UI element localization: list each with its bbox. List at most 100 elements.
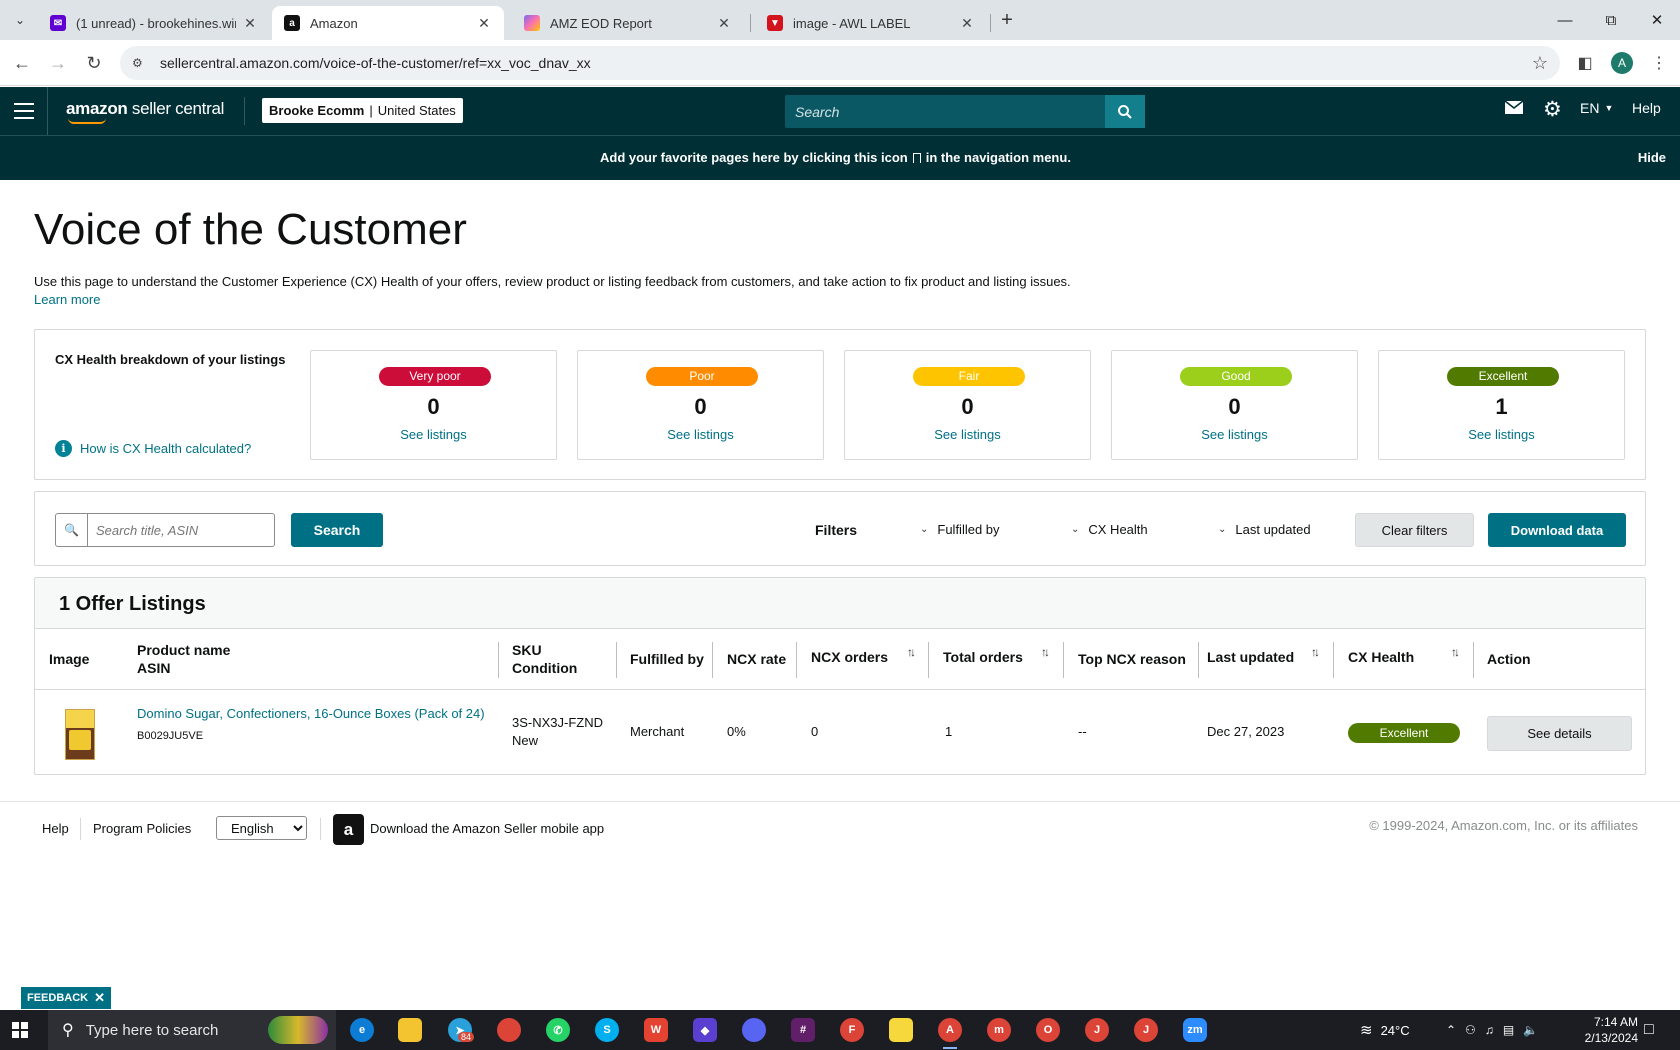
learn-more-link[interactable]: Learn more bbox=[34, 292, 100, 307]
file-explorer-icon[interactable] bbox=[398, 1018, 422, 1042]
tab-title: (1 unread) - brookehines.winsor bbox=[76, 15, 236, 31]
cx-count: 0 bbox=[427, 394, 440, 419]
browser-tab-awl-label[interactable]: ▼ image - AWL LABEL ✕ bbox=[755, 6, 987, 40]
active-app-indicator bbox=[943, 1047, 957, 1049]
chrome-icon[interactable] bbox=[497, 1018, 521, 1042]
product-ncx-orders: 0 bbox=[811, 724, 819, 739]
browser-tab-amazon[interactable]: a Amazon ✕ bbox=[272, 6, 504, 40]
site-info-icon[interactable]: ⚙ bbox=[132, 56, 148, 70]
last-updated-filter[interactable]: ⌄ Last updated bbox=[1218, 522, 1311, 537]
close-window-icon[interactable]: ✕ bbox=[1634, 0, 1680, 40]
feedback-tab[interactable]: FEEDBACK ✕ bbox=[21, 987, 111, 1009]
fulfilled-by-filter[interactable]: ⌄ Fulfilled by bbox=[920, 522, 1000, 537]
seller-central-header: amazon seller central Brooke Ecomm | Uni… bbox=[0, 87, 1680, 135]
browser-menu-icon[interactable]: ⋮ bbox=[1648, 52, 1670, 74]
column-header-last-updated[interactable]: Last updated bbox=[1207, 648, 1294, 666]
zoom-icon[interactable]: zm bbox=[1183, 1018, 1207, 1042]
amazon-seller-app-icon[interactable]: a bbox=[333, 814, 364, 845]
filter-label: CX Health bbox=[1088, 522, 1148, 537]
chrome-profile-j-icon[interactable]: J bbox=[1085, 1018, 1109, 1042]
program-policies-link[interactable]: Program Policies bbox=[93, 821, 191, 836]
settings-gear-icon[interactable]: ⚙ bbox=[1543, 97, 1562, 122]
chrome-profile-a-icon[interactable]: A bbox=[938, 1018, 962, 1042]
browser-tab-yahoo-mail[interactable]: ✉ (1 unread) - brookehines.winsor ✕ bbox=[38, 6, 270, 40]
forward-arrow-icon[interactable]: → bbox=[46, 51, 70, 75]
profile-avatar[interactable]: A bbox=[1611, 52, 1633, 74]
bookmark-star-icon[interactable]: ☆ bbox=[1532, 53, 1548, 74]
cx-health-filter[interactable]: ⌄ CX Health bbox=[1071, 522, 1148, 537]
column-header-cx-health[interactable]: CX Health bbox=[1348, 648, 1414, 666]
mail-icon[interactable] bbox=[1504, 100, 1524, 115]
system-tray-icons[interactable]: ⌃⚇♫▤🔈 bbox=[1446, 1010, 1547, 1050]
app-icon[interactable]: ◆ bbox=[693, 1018, 717, 1042]
header-search-button[interactable] bbox=[1105, 95, 1145, 128]
browser-tab-amz-eod[interactable]: AMZ EOD Report ✕ bbox=[512, 6, 744, 40]
header-help-link[interactable]: Help bbox=[1632, 100, 1661, 116]
language-selector[interactable]: EN ▼ bbox=[1580, 100, 1613, 116]
hamburger-menu-icon[interactable] bbox=[14, 101, 34, 121]
see-details-button[interactable]: See details bbox=[1487, 716, 1632, 751]
amazon-seller-central-logo[interactable]: amazon seller central bbox=[66, 99, 224, 124]
chrome-profile-o-icon[interactable]: O bbox=[1036, 1018, 1060, 1042]
see-listings-link[interactable]: See listings bbox=[1379, 427, 1624, 442]
chrome-profile-m-icon[interactable]: m bbox=[987, 1018, 1011, 1042]
reload-icon[interactable]: ↻ bbox=[82, 51, 106, 75]
column-divider bbox=[1063, 642, 1064, 678]
close-tab-icon[interactable]: ✕ bbox=[242, 15, 258, 32]
see-listings-link[interactable]: See listings bbox=[845, 427, 1090, 442]
whatsapp-icon[interactable]: ✆ bbox=[546, 1018, 570, 1042]
skype-icon[interactable]: S bbox=[595, 1018, 619, 1042]
windows-start-icon[interactable] bbox=[12, 1022, 28, 1038]
sort-icon[interactable]: ↑↓ bbox=[1451, 645, 1460, 659]
chrome-profile-j2-icon[interactable]: J bbox=[1134, 1018, 1158, 1042]
weather-widget[interactable]: ≋ 24°C bbox=[1360, 1010, 1410, 1050]
listing-search-field[interactable]: 🔍 bbox=[55, 513, 275, 547]
see-listings-link[interactable]: See listings bbox=[311, 427, 556, 442]
sort-icon[interactable]: ↑↓ bbox=[1311, 645, 1320, 659]
close-tab-icon[interactable]: ✕ bbox=[476, 15, 492, 32]
taskbar-clock[interactable]: 7:14 AM 2/13/2024 bbox=[1585, 1014, 1638, 1046]
address-bar[interactable]: ⚙ sellercentral.amazon.com/voice-of-the-… bbox=[120, 46, 1560, 80]
column-header-ncx-orders[interactable]: NCX orders bbox=[811, 648, 888, 666]
notification-icon[interactable]: □ bbox=[1644, 1010, 1654, 1050]
header-search-field[interactable]: Search bbox=[785, 95, 1145, 128]
see-listings-link[interactable]: See listings bbox=[1112, 427, 1357, 442]
discord-icon[interactable] bbox=[742, 1018, 766, 1042]
footer-divider bbox=[0, 801, 1680, 802]
sticky-notes-icon[interactable] bbox=[889, 1018, 913, 1042]
close-tab-icon[interactable]: ✕ bbox=[716, 15, 732, 32]
seller-app-link[interactable]: Download the Amazon Seller mobile app bbox=[370, 821, 604, 836]
hide-favorites-link[interactable]: Hide bbox=[1638, 150, 1666, 165]
download-data-button[interactable]: Download data bbox=[1488, 513, 1626, 547]
tab-search-icon[interactable]: ⌄ bbox=[8, 8, 32, 32]
footer-language-select[interactable]: English bbox=[216, 816, 307, 840]
taskbar-search[interactable]: ⚲ Type here to search bbox=[48, 1010, 336, 1050]
footer-help-link[interactable]: Help bbox=[42, 821, 69, 836]
close-tab-icon[interactable]: ✕ bbox=[959, 15, 975, 32]
chrome-profile-f-icon[interactable]: F bbox=[840, 1018, 864, 1042]
restore-icon[interactable]: ⧉ bbox=[1588, 0, 1634, 40]
slack-icon[interactable]: # bbox=[791, 1018, 815, 1042]
header-divider bbox=[244, 97, 245, 125]
search-button[interactable]: Search bbox=[291, 513, 383, 547]
column-header-total-orders[interactable]: Total orders bbox=[943, 648, 1023, 666]
sort-icon[interactable]: ↑↓ bbox=[1041, 645, 1050, 659]
minimize-icon[interactable]: — bbox=[1542, 0, 1588, 40]
back-arrow-icon[interactable]: ← bbox=[10, 51, 34, 75]
filter-label: Last updated bbox=[1235, 522, 1311, 537]
column-header-product-name: Product name bbox=[137, 642, 231, 658]
side-panel-icon[interactable]: ◧ bbox=[1574, 52, 1596, 74]
wps-icon[interactable]: W bbox=[644, 1018, 668, 1042]
product-name-link[interactable]: Domino Sugar, Confectioners, 16-Ounce Bo… bbox=[137, 706, 485, 721]
cx-health-how-link[interactable]: i How is CX Health calculated? bbox=[55, 440, 251, 457]
sort-icon[interactable]: ↑↓ bbox=[907, 645, 916, 659]
listing-search-input[interactable] bbox=[88, 514, 274, 546]
store-selector[interactable]: Brooke Ecomm | United States bbox=[262, 98, 463, 123]
clear-filters-button[interactable]: Clear filters bbox=[1355, 513, 1474, 547]
product-thumbnail[interactable] bbox=[65, 709, 95, 760]
close-icon[interactable]: ✕ bbox=[94, 990, 105, 1006]
store-pipe: | bbox=[369, 103, 373, 118]
new-tab-plus-icon[interactable]: + bbox=[995, 8, 1019, 32]
edge-icon[interactable]: e bbox=[350, 1018, 374, 1042]
see-listings-link[interactable]: See listings bbox=[578, 427, 823, 442]
